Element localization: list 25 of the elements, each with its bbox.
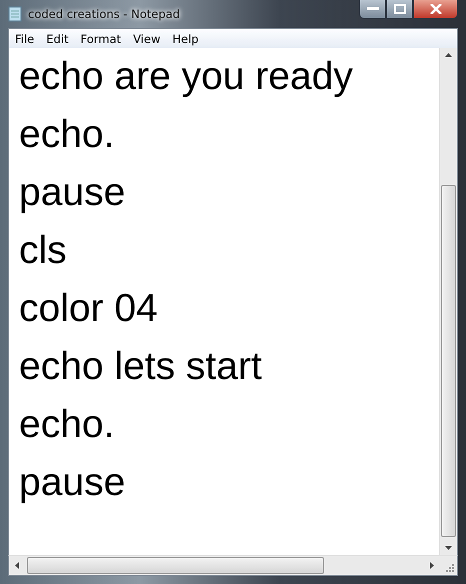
minimize-button[interactable] xyxy=(359,0,386,19)
text-line: color 04 xyxy=(19,286,159,332)
menu-item[interactable]: Edit xyxy=(40,32,75,46)
window-title: coded creations - Notepad xyxy=(28,7,180,21)
vertical-scrollbar[interactable] xyxy=(439,48,457,555)
text-line: echo. xyxy=(19,402,116,448)
close-button[interactable] xyxy=(413,0,458,19)
menu-item[interactable]: Help xyxy=(166,32,205,46)
close-icon xyxy=(430,4,442,14)
text-line: echo. xyxy=(19,112,116,158)
scroll-thumb[interactable] xyxy=(441,185,456,537)
notepad-icon xyxy=(8,6,22,22)
minimize-icon xyxy=(366,7,378,11)
text-line: cls xyxy=(19,228,68,274)
menu-item[interactable]: File xyxy=(9,32,40,46)
text-line: pause xyxy=(19,460,126,506)
text-line: echo lets start xyxy=(19,344,263,390)
text-line: echo are you ready xyxy=(19,54,354,100)
maximize-button[interactable] xyxy=(386,0,413,19)
maximize-icon xyxy=(394,4,406,14)
scroll-thumb[interactable] xyxy=(27,557,324,574)
menu-item[interactable]: Format xyxy=(74,32,128,46)
resize-grip-icon[interactable] xyxy=(446,564,455,573)
text-line: pause xyxy=(19,170,126,216)
menu-item[interactable]: View xyxy=(127,32,166,46)
